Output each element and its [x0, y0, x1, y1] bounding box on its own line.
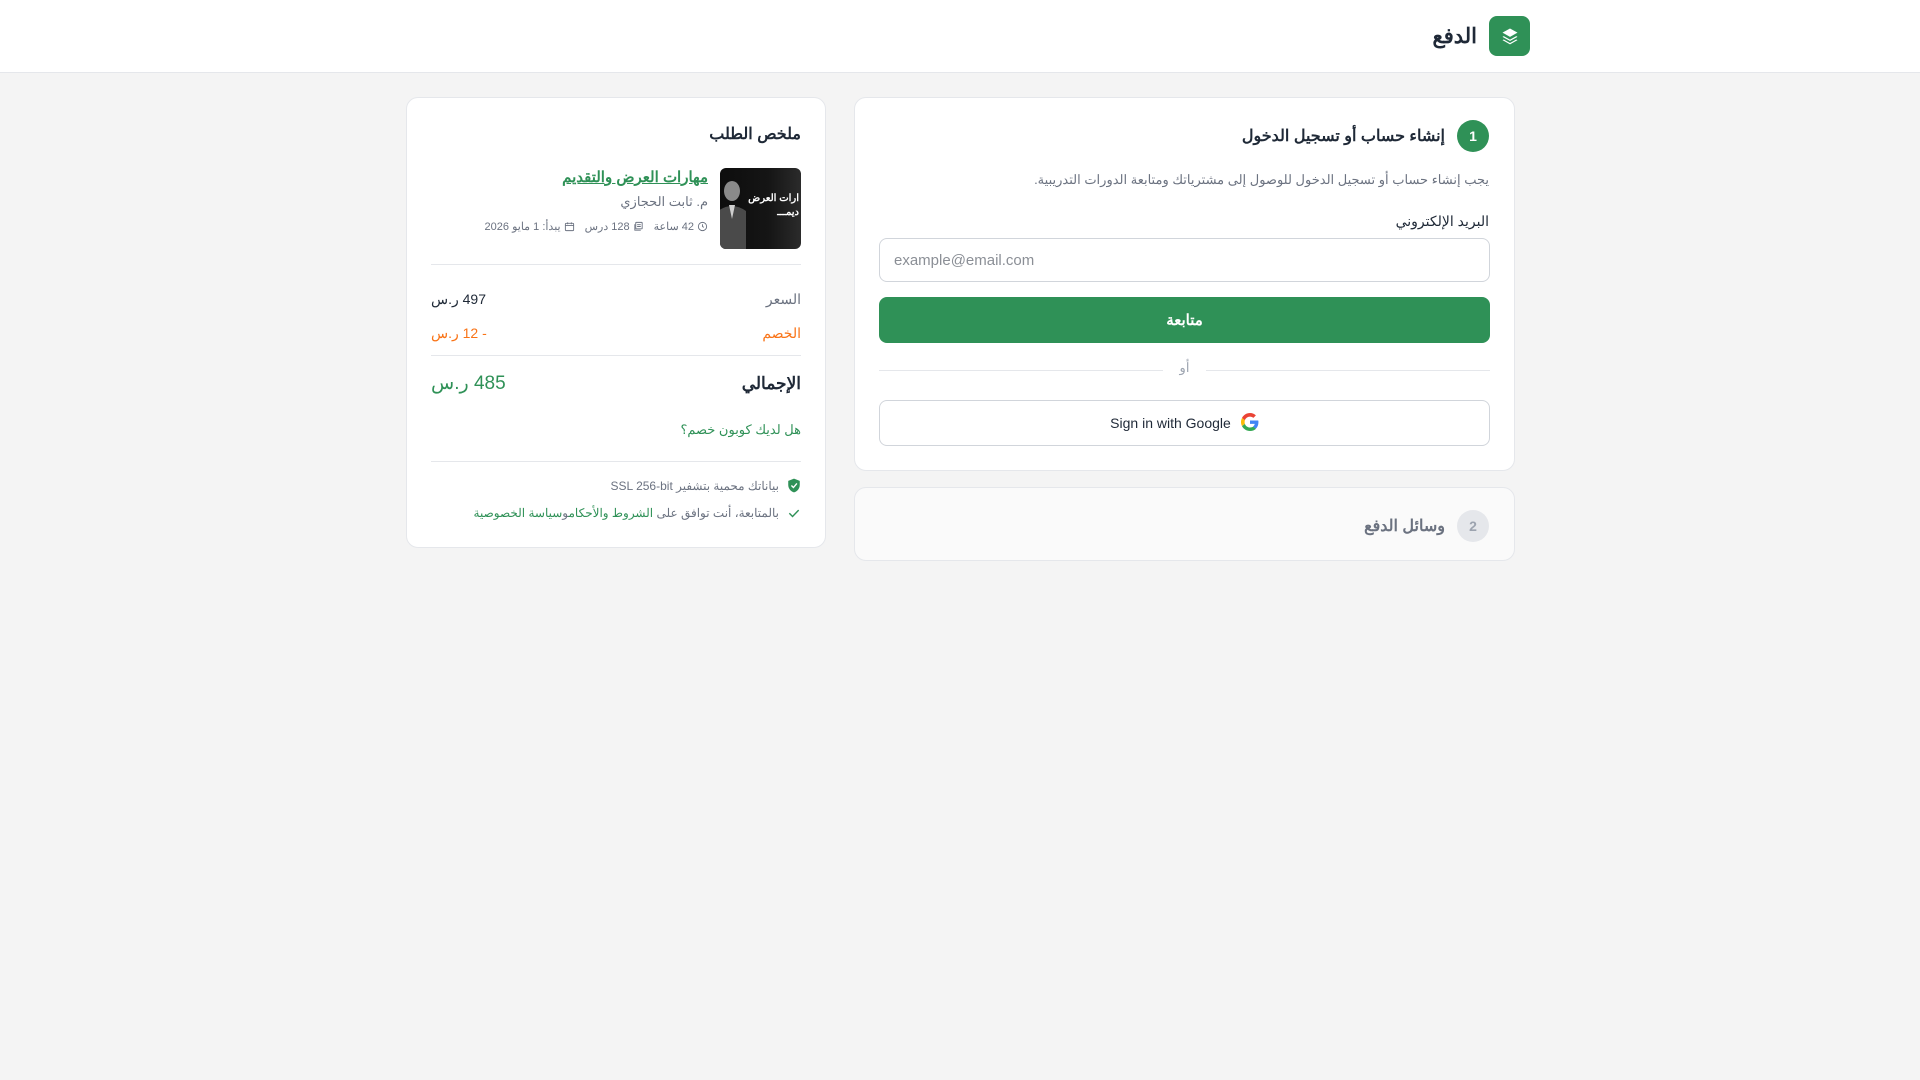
login-description: يجب إنشاء حساب أو تسجيل الدخول للوصول إل… — [1034, 172, 1489, 187]
duration-meta: 42 ساعة — [654, 220, 708, 233]
security-text: بياناتك محمية بتشفير SSL 256-bit — [610, 478, 779, 493]
continue-button[interactable]: متابعة — [879, 297, 1490, 343]
course-thumbnail: ارات العرض ديمـــ — [720, 168, 801, 249]
calendar-icon — [564, 222, 574, 232]
security-note: بياناتك محمية بتشفير SSL 256-bit — [611, 478, 801, 493]
login-step-title: إنشاء حساب أو تسجيل الدخول — [1241, 128, 1445, 145]
email-field[interactable] — [879, 238, 1490, 282]
email-label: البريد الإلكتروني — [1395, 213, 1489, 229]
shield-check-icon — [788, 478, 800, 493]
terms-note: بالمتابعة، أنت توافق على الشروط والأحكام… — [474, 506, 801, 520]
thumbnail-text: ارات العرض ديمـــ — [748, 192, 799, 220]
google-icon — [1240, 412, 1259, 434]
or-label: أو — [1179, 360, 1190, 375]
divider-line — [431, 461, 801, 462]
privacy-link[interactable]: سياسة الخصوصية — [474, 506, 563, 520]
terms-link[interactable]: الشروط والأحكام — [568, 506, 653, 520]
terms-text: بالمتابعة، أنت توافق على الشروط والأحكام… — [474, 506, 779, 520]
lessons-meta: 128 درس — [585, 220, 644, 233]
check-icon — [788, 509, 800, 518]
divider-line — [1206, 370, 1490, 371]
discount-value: - 12 ر.س — [431, 325, 487, 341]
start-date-text: يبدأ: 1 مايو 2026 — [484, 221, 561, 233]
course-title-link[interactable]: مهارات العرض والتقديم — [562, 168, 708, 186]
lessons-text: 128 درس — [584, 221, 630, 233]
google-signin-label: Sign in with Google — [1110, 415, 1231, 431]
duration-text: 42 ساعة — [653, 221, 694, 233]
login-step-card: 1 إنشاء حساب أو تسجيل الدخول يجب إنشاء ح… — [854, 97, 1515, 471]
order-summary-card: ملخص الطلب ارات العرض ديمـــ مهارات العر… — [406, 97, 826, 548]
google-signin-button[interactable]: Sign in with Google — [879, 400, 1490, 446]
total-value: 485 ر.س — [431, 373, 506, 394]
total-row: الإجمالي 485 ر.س — [431, 372, 801, 395]
step-number-badge: 2 — [1457, 510, 1489, 542]
start-date-meta: يبدأ: 1 مايو 2026 — [485, 220, 575, 233]
instructor-photo — [720, 181, 746, 249]
course-author: م. ثابت الحجازي — [620, 194, 708, 209]
stack-logo-icon — [1489, 16, 1530, 56]
payment-step-header: 2 وسائل الدفع — [1364, 510, 1489, 542]
price-value: 497 ر.س — [431, 291, 486, 307]
clock-icon — [697, 221, 708, 232]
total-label: الإجمالي — [741, 373, 801, 393]
page-title: الدفع — [1432, 24, 1477, 48]
or-divider: أو — [879, 360, 1490, 380]
discount-label: الخصم — [762, 325, 801, 341]
divider-line — [431, 264, 801, 265]
divider-line — [431, 355, 801, 356]
price-label: السعر — [765, 291, 801, 307]
discount-row: الخصم - 12 ر.س — [431, 325, 801, 342]
summary-title: ملخص الطلب — [709, 126, 801, 143]
brand: الدفع — [1433, 16, 1530, 56]
course-meta: 42 ساعة 128 درس يبدأ: 1 مايو 2026 — [485, 220, 708, 233]
thumbnail-line: ديمـــ — [777, 207, 799, 218]
lessons-icon — [634, 221, 643, 231]
login-step-header: 1 إنشاء حساب أو تسجيل الدخول — [1242, 120, 1489, 152]
terms-prefix: بالمتابعة، أنت توافق على — [656, 506, 779, 520]
price-row: السعر 497 ر.س — [431, 291, 801, 308]
payment-step-card[interactable]: 2 وسائل الدفع — [854, 487, 1515, 561]
thumbnail-line: ارات العرض — [748, 193, 799, 204]
payment-step-title: وسائل الدفع — [1364, 518, 1445, 535]
divider-line — [879, 370, 1163, 371]
coupon-link[interactable]: هل لديك كوبون خصم؟ — [680, 422, 801, 438]
course-item: ارات العرض ديمـــ مهارات العرض والتقديم … — [431, 168, 801, 250]
top-bar: الدفع — [0, 0, 1920, 73]
step-number-badge: 1 — [1457, 120, 1489, 152]
